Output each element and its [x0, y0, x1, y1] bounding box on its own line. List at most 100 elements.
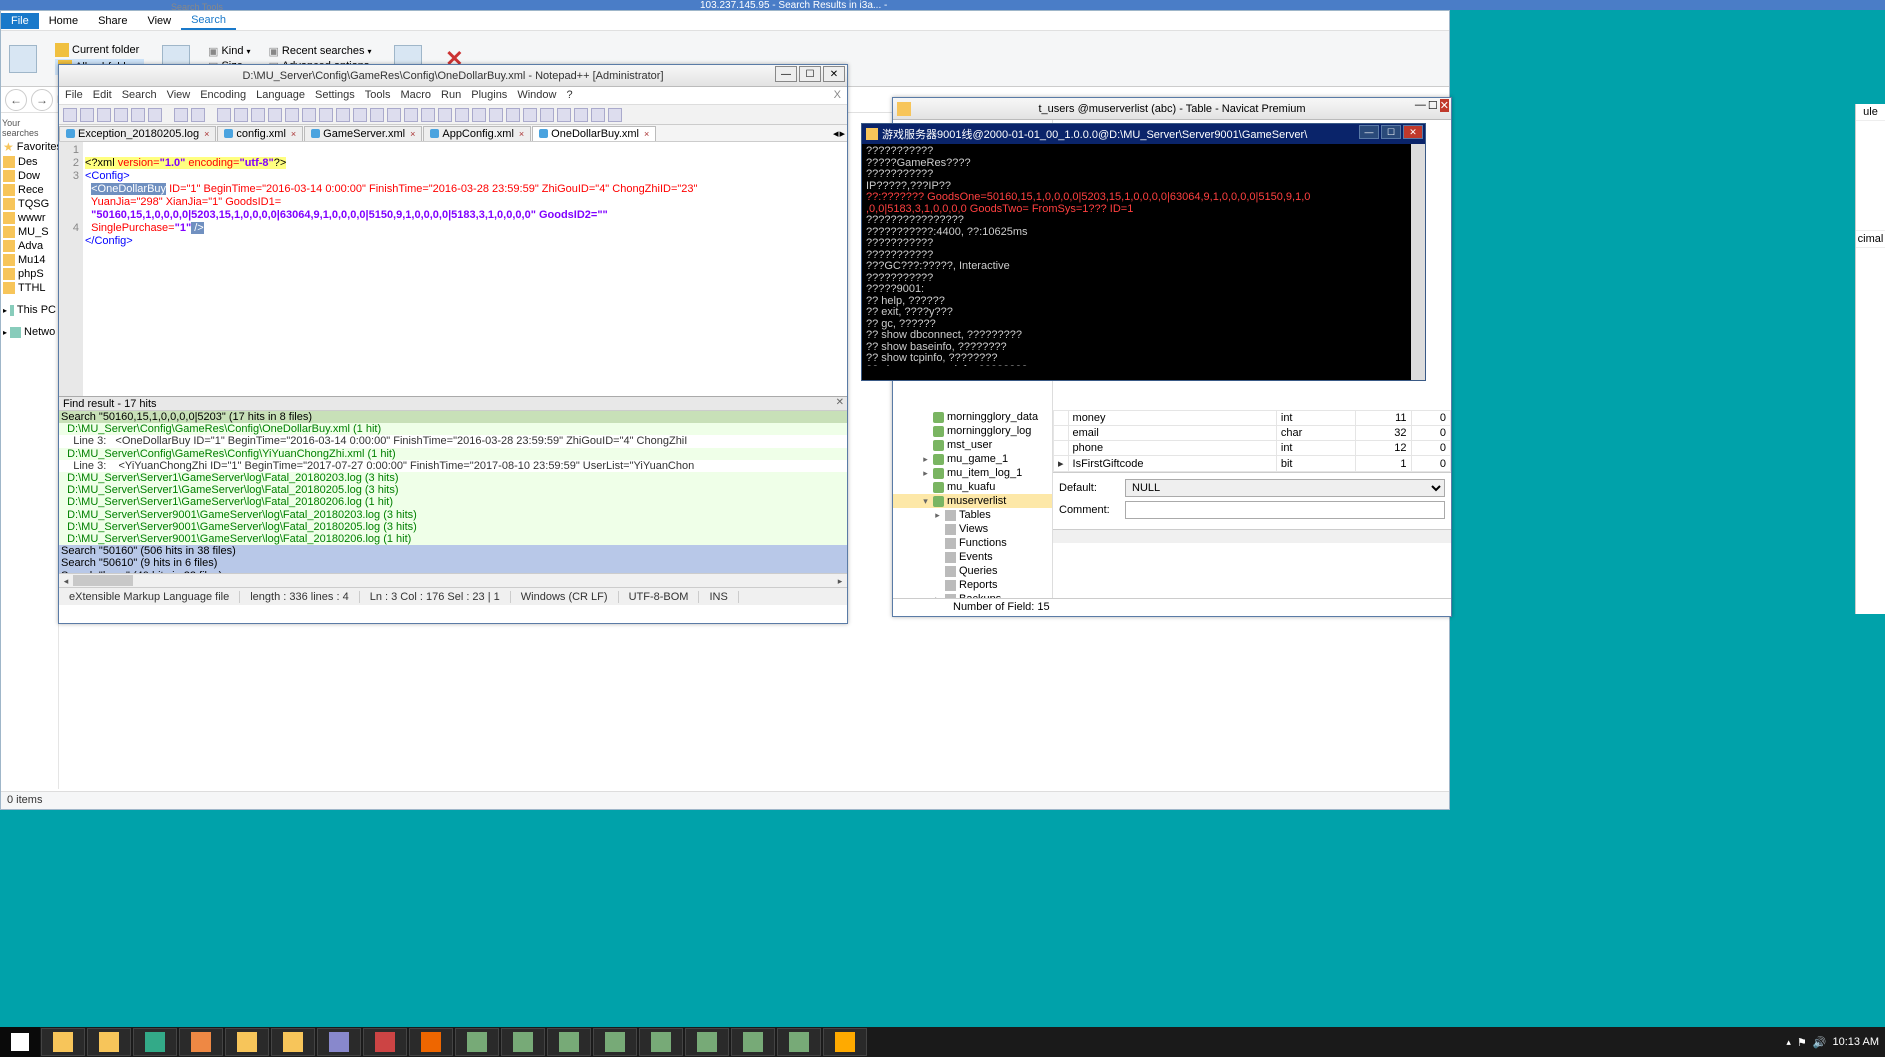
sidebar-item[interactable]: phpS [1, 267, 58, 281]
console-title-bar[interactable]: 游戏服务器9001线@2000-01-01_00_1.0.0.0@D:\MU_S… [862, 124, 1425, 144]
minimize-button[interactable]: — [775, 66, 797, 82]
tree-node[interactable]: Functions [893, 536, 1052, 550]
menu-window[interactable]: Window [517, 89, 556, 102]
toolbar-btn[interactable] [131, 108, 145, 122]
menu-run[interactable]: Run [441, 89, 461, 102]
sidebar-item[interactable]: TTHL [1, 281, 58, 295]
toolbar-btn[interactable] [302, 108, 316, 122]
close-button[interactable]: ✕ [1403, 125, 1423, 139]
toolbar-btn[interactable] [353, 108, 367, 122]
toolbar-btn[interactable] [148, 108, 162, 122]
grid-row[interactable]: emailchar320 [1054, 426, 1451, 441]
doc-close-button[interactable]: X [834, 89, 841, 102]
taskbar-button[interactable] [409, 1028, 453, 1056]
start-button[interactable] [0, 1027, 40, 1057]
menu-edit[interactable]: Edit [93, 89, 112, 102]
columns-grid[interactable]: moneyint110emailchar320phoneint120▸IsFir… [1053, 410, 1451, 473]
taskbar-button[interactable] [639, 1028, 683, 1056]
npp-editor[interactable]: 1234 <?xml version="1.0" encoding="utf-8… [59, 142, 847, 396]
toolbar-btn[interactable] [421, 108, 435, 122]
maximize-button[interactable]: ☐ [1381, 125, 1401, 139]
file-tab[interactable]: AppConfig.xml× [423, 126, 531, 141]
find-result-line[interactable]: Search "50610" (9 hits in 6 files) [59, 557, 847, 569]
close-button[interactable]: ✕ [823, 66, 845, 82]
find-result-line[interactable]: D:\MU_Server\Server9001\GameServer\log\F… [59, 521, 847, 533]
taskbar-button[interactable] [777, 1028, 821, 1056]
tree-node[interactable]: Queries [893, 564, 1052, 578]
toolbar-btn[interactable] [540, 108, 554, 122]
grid-row[interactable]: moneyint110 [1054, 411, 1451, 426]
taskbar-button[interactable] [823, 1028, 867, 1056]
toolbar-btn[interactable] [506, 108, 520, 122]
sidebar-item[interactable]: Dow [1, 169, 58, 183]
find-result-line[interactable]: Search "50160" (506 hits in 38 files) [59, 545, 847, 557]
tray-icon[interactable]: ⚑ [1797, 1036, 1807, 1049]
toolbar-btn[interactable] [268, 108, 282, 122]
menu-encoding[interactable]: Encoding [200, 89, 246, 102]
tab-close-icon[interactable]: × [204, 129, 209, 139]
tree-node[interactable]: morningglory_log [893, 424, 1052, 438]
file-tab[interactable]: Exception_20180205.log× [59, 126, 216, 141]
toolbar-btn[interactable] [591, 108, 605, 122]
taskbar-button[interactable] [133, 1028, 177, 1056]
default-select[interactable]: NULL [1125, 479, 1445, 497]
view-tab[interactable]: View [137, 13, 181, 29]
find-result-body[interactable]: Search "50160,15,1,0,0,0,0|5203" (17 hit… [59, 411, 847, 573]
favorites-node[interactable]: ★Favorites [1, 139, 58, 155]
tree-node[interactable]: ▸mu_game_1 [893, 452, 1052, 466]
sidebar-item[interactable]: Adva [1, 239, 58, 253]
taskbar-button[interactable] [87, 1028, 131, 1056]
taskbar-button[interactable] [317, 1028, 361, 1056]
tree-node[interactable]: ▸mu_item_log_1 [893, 466, 1052, 480]
menu-search[interactable]: Search [122, 89, 157, 102]
navicat-title-bar[interactable]: t_users @muserverlist (abc) - Table - Na… [893, 98, 1451, 120]
tab-close-icon[interactable]: × [410, 129, 415, 139]
toolbar-btn[interactable] [217, 108, 231, 122]
sidebar-item[interactable]: Mu14 [1, 253, 58, 267]
find-result-line[interactable]: D:\MU_Server\Server9001\GameServer\log\F… [59, 533, 847, 545]
find-close-icon[interactable]: ✕ [836, 397, 844, 408]
toolbar-btn[interactable] [438, 108, 452, 122]
tree-node[interactable]: ▾muserverlist [893, 494, 1052, 508]
taskbar-button[interactable] [501, 1028, 545, 1056]
menu-tools[interactable]: Tools [365, 89, 391, 102]
find-result-line[interactable]: D:\MU_Server\Server1\GameServer\log\Fata… [59, 484, 847, 496]
forward-button[interactable]: → [31, 89, 53, 111]
tree-node[interactable]: mu_kuafu [893, 480, 1052, 494]
grid-row[interactable]: ▸IsFirstGiftcodebit10 [1054, 456, 1451, 472]
find-result-line[interactable]: D:\MU_Server\Server1\GameServer\log\Fata… [59, 472, 847, 484]
thispc-node[interactable]: ▸This PC [1, 303, 58, 317]
scroll-thumb[interactable] [73, 575, 133, 586]
file-tab-active[interactable]: OneDollarBuy.xml× [532, 126, 656, 141]
close-button[interactable]: ✕ [1440, 99, 1449, 112]
taskbar-button[interactable] [593, 1028, 637, 1056]
tree-node[interactable]: Events [893, 550, 1052, 564]
toolbar-btn[interactable] [319, 108, 333, 122]
code-area[interactable]: <?xml version="1.0" encoding="utf-8"?> <… [83, 142, 847, 396]
menu-language[interactable]: Language [256, 89, 305, 102]
menu-settings[interactable]: Settings [315, 89, 355, 102]
file-tab[interactable]: File [1, 13, 39, 29]
toolbar-btn[interactable] [234, 108, 248, 122]
menu-macro[interactable]: Macro [400, 89, 431, 102]
minimize-button[interactable]: — [1359, 125, 1379, 139]
tab-close-icon[interactable]: × [644, 129, 649, 139]
find-result-line[interactable]: D:\MU_Server\Config\GameRes\Config\YiYua… [59, 448, 847, 460]
file-tab[interactable]: GameServer.xml× [304, 126, 422, 141]
toolbar-btn[interactable] [455, 108, 469, 122]
tray-icon[interactable]: 🔊 [1813, 1036, 1827, 1049]
taskbar-button[interactable] [41, 1028, 85, 1056]
find-result-line[interactable]: D:\MU_Server\Config\GameRes\Config\OneDo… [59, 423, 847, 435]
taskbar-button[interactable] [455, 1028, 499, 1056]
minimize-button[interactable]: — [1415, 99, 1426, 112]
menu-help[interactable]: ? [566, 89, 572, 102]
taskbar-button[interactable] [547, 1028, 591, 1056]
back-button[interactable]: ← [5, 89, 27, 111]
toolbar-btn[interactable] [114, 108, 128, 122]
taskbar-button[interactable] [225, 1028, 269, 1056]
find-result-line[interactable]: Search "50160,15,1,0,0,0,0|5203" (17 hit… [59, 411, 847, 423]
tree-node[interactable]: ▸Backups [893, 592, 1052, 598]
toolbar-btn[interactable] [63, 108, 77, 122]
tree-node[interactable]: ▸Tables [893, 508, 1052, 522]
menu-plugins[interactable]: Plugins [471, 89, 507, 102]
